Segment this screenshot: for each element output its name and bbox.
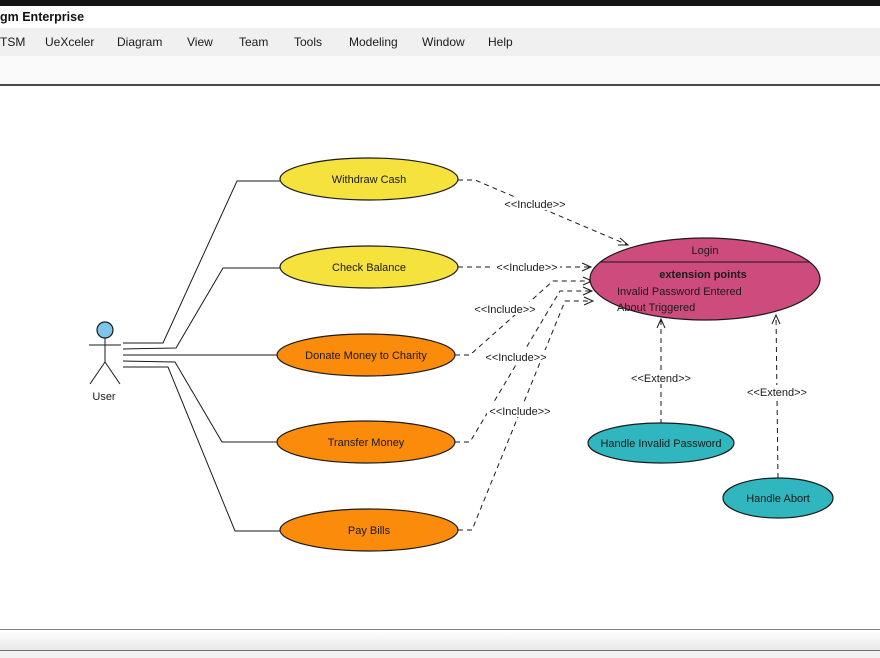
menu-diagram[interactable]: Diagram — [117, 28, 162, 56]
usecase-label: Withdraw Cash — [332, 174, 407, 186]
usecase-handle-abort[interactable]: Handle Abort — [723, 478, 833, 518]
menu-tsm[interactable]: TSM — [0, 28, 25, 56]
include-label: <<Include>> — [485, 352, 546, 364]
toolbar-area — [0, 56, 880, 86]
extension-point-about-triggered: About Triggered — [617, 302, 695, 314]
usecase-label: Handle Invalid Password — [600, 438, 721, 450]
title-bar: gm Enterprise — [0, 6, 880, 28]
actor-label: User — [92, 391, 116, 403]
menu-tools[interactable]: Tools — [294, 28, 322, 56]
association-transfer-money[interactable] — [123, 361, 278, 442]
usecase-label: Pay Bills — [348, 525, 391, 537]
usecase-diagram[interactable]: User Withdraw Cash Check Balance Donate … — [0, 86, 880, 629]
include-label: <<Include>> — [489, 406, 550, 418]
usecase-label: Handle Abort — [746, 493, 810, 505]
extend-label: <<Extend>> — [747, 387, 807, 399]
usecase-pay-bills[interactable]: Pay Bills — [280, 509, 458, 551]
usecase-withdraw-cash[interactable]: Withdraw Cash — [280, 158, 458, 200]
association-pay-bills[interactable] — [123, 367, 280, 531]
association-lines — [123, 181, 280, 531]
include-label: <<Include>> — [474, 304, 535, 316]
menu-window[interactable]: Window — [422, 28, 465, 56]
usecase-label: Check Balance — [332, 262, 406, 274]
usecase-label: Transfer Money — [328, 437, 405, 449]
actor-user[interactable]: User — [89, 322, 121, 403]
actor-head — [97, 322, 113, 338]
include-withdraw-login[interactable] — [458, 180, 628, 245]
extend-label: <<Extend>> — [631, 373, 691, 385]
include-label: <<Include>> — [496, 262, 557, 274]
menu-uexceler[interactable]: UeXceler — [45, 28, 94, 56]
association-withdraw-cash[interactable] — [123, 181, 280, 343]
extension-points-title: extension points — [659, 269, 746, 281]
application-window: gm Enterprise TSM UeXceler Diagram View … — [0, 0, 880, 658]
diagram-canvas[interactable]: User Withdraw Cash Check Balance Donate … — [0, 86, 880, 629]
usecase-transfer-money[interactable]: Transfer Money — [277, 421, 455, 463]
usecase-donate-money[interactable]: Donate Money to Charity — [277, 334, 455, 376]
include-label: <<Include>> — [504, 199, 565, 211]
window-title: gm Enterprise — [0, 10, 84, 24]
actor-left-leg — [90, 362, 105, 384]
menu-view[interactable]: View — [187, 28, 213, 56]
association-check-balance[interactable] — [123, 268, 280, 349]
actor-right-leg — [105, 362, 120, 384]
usecase-label: Login — [692, 245, 719, 257]
usecase-handle-invalid-password[interactable]: Handle Invalid Password — [588, 423, 734, 463]
usecase-check-balance[interactable]: Check Balance — [280, 246, 458, 288]
menu-team[interactable]: Team — [239, 28, 268, 56]
menu-help[interactable]: Help — [488, 28, 513, 56]
usecase-label: Donate Money to Charity — [305, 350, 427, 362]
status-bar — [0, 629, 880, 651]
usecase-login[interactable]: Login extension points Invalid Password … — [590, 238, 820, 320]
menu-bar: TSM UeXceler Diagram View Team Tools Mod… — [0, 28, 880, 56]
menu-modeling[interactable]: Modeling — [349, 28, 398, 56]
window-bottom-strip — [0, 651, 880, 658]
include-donate-login[interactable] — [455, 281, 592, 355]
extension-point-invalid-password: Invalid Password Entered — [617, 286, 742, 298]
